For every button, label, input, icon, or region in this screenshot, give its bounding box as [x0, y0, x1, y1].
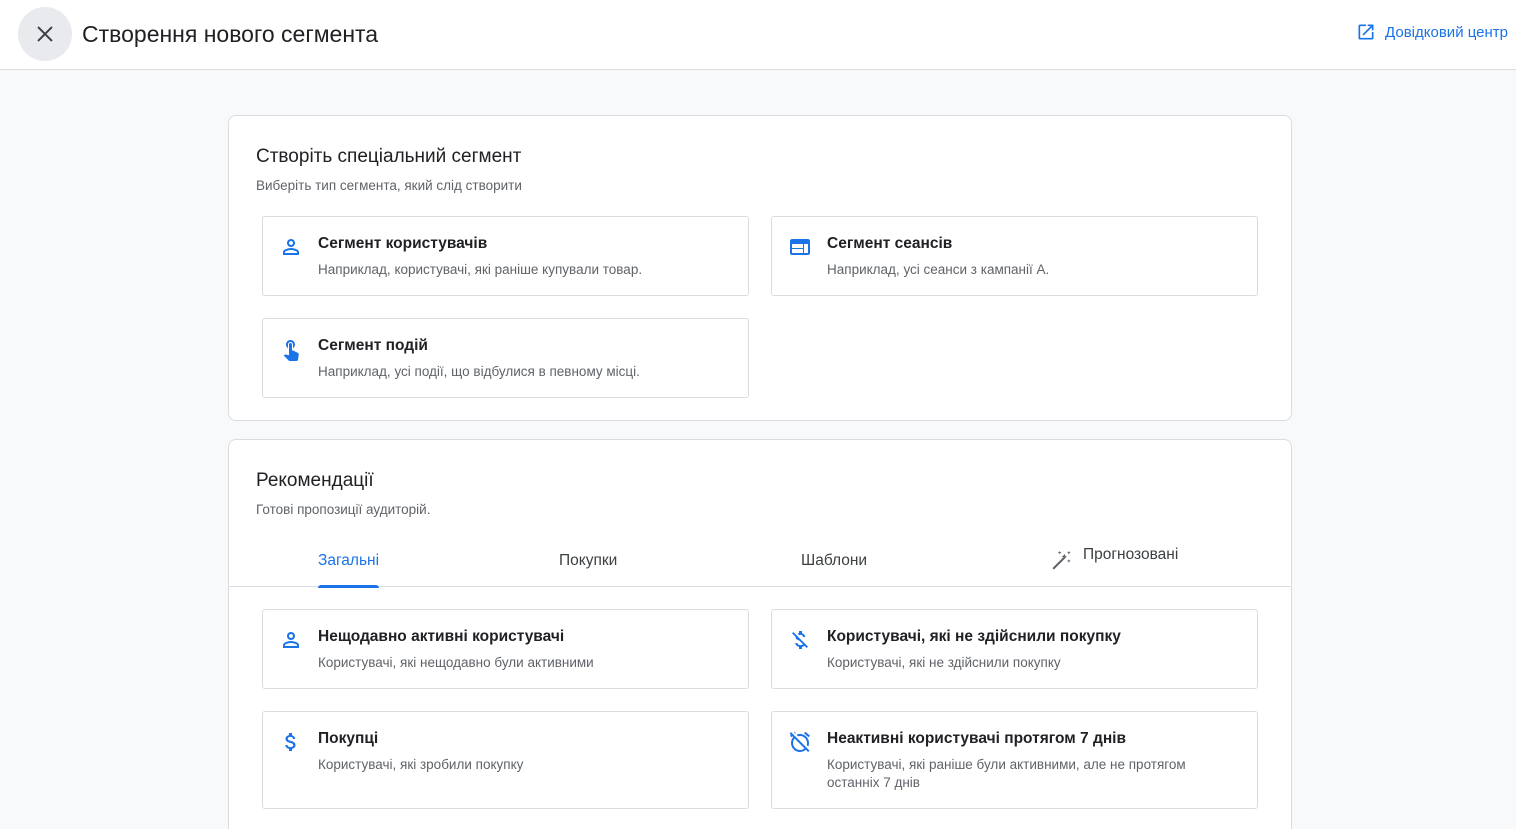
inactive-7-days-title: Неактивні користувачі протягом 7 днів	[827, 730, 1127, 747]
recommendations-card: Рекомендації Готові пропозиції аудиторій…	[228, 439, 1292, 829]
tab-templates[interactable]: Шаблони	[801, 535, 867, 587]
recommendations-title: Рекомендації	[256, 470, 374, 491]
tab-purchases[interactable]: Покупки	[559, 535, 617, 587]
event-segment-title: Сегмент подій	[318, 337, 428, 354]
recommendations-subtitle: Готові пропозиції аудиторій.	[256, 502, 431, 517]
top-bar: Створення нового сегмента Довідковий цен…	[0, 0, 1516, 70]
recommendation-tabs: Загальні Покупки Шаблони Прогнозовані	[229, 535, 1291, 588]
tab-predictive[interactable]: Прогнозовані	[1051, 529, 1178, 581]
help-center-link[interactable]: Довідковий центр	[1356, 22, 1508, 42]
session-segment-option[interactable]: Сегмент сеансів Наприклад, усі сеанси з …	[771, 216, 1258, 296]
user-segment-title: Сегмент користувачів	[318, 235, 488, 252]
purchasers-option[interactable]: Покупці Користувачі, які зробили покупку	[262, 711, 749, 809]
tab-general[interactable]: Загальні	[318, 535, 380, 588]
recent-active-users-desc: Користувачі, які нещодавно були активним…	[318, 655, 594, 670]
session-segment-title: Сегмент сеансів	[827, 235, 953, 252]
alarm-off-icon	[789, 731, 810, 752]
tab-purchases-label: Покупки	[559, 552, 618, 569]
close-icon	[37, 26, 53, 42]
event-segment-option[interactable]: Сегмент подій Наприклад, усі події, що в…	[262, 318, 749, 398]
user-segment-option[interactable]: Сегмент користувачів Наприклад, користув…	[262, 216, 749, 296]
page-title: Створення нового сегмента	[82, 21, 379, 47]
magic-wand-icon	[1052, 550, 1071, 570]
non-purchasers-title: Користувачі, які не здійснили покупку	[827, 628, 1121, 645]
person-icon	[283, 632, 299, 648]
money-off-icon	[792, 631, 808, 649]
person-icon	[283, 239, 299, 255]
event-segment-desc: Наприклад, усі події, що відбулися в пев…	[318, 364, 640, 379]
custom-segment-subtitle: Виберіть тип сегмента, який слід створит…	[256, 178, 522, 193]
user-segment-desc: Наприклад, користувачі, які раніше купув…	[318, 262, 643, 277]
session-segment-desc: Наприклад, усі сеанси з кампанії A.	[827, 262, 1050, 277]
open-in-new-icon	[1358, 24, 1374, 40]
inactive-7-days-option[interactable]: Неактивні користувачі протягом 7 днів Ко…	[771, 711, 1258, 809]
dollar-icon	[285, 733, 296, 751]
help-center-label: Довідковий центр	[1385, 23, 1508, 41]
recent-active-users-title: Нещодавно активні користувачі	[318, 628, 565, 645]
non-purchasers-desc: Користувачі, які не здійснили покупку	[827, 655, 1061, 670]
purchasers-desc: Користувачі, які зробили покупку	[318, 757, 524, 772]
custom-segment-card: Створіть спеціальний сегмент Виберіть ти…	[228, 115, 1292, 421]
recent-active-users-option[interactable]: Нещодавно активні користувачі Користувач…	[262, 609, 749, 689]
tab-predictive-label: Прогнозовані	[1083, 546, 1179, 563]
touch-hand-icon	[283, 340, 299, 361]
active-tab-indicator	[318, 585, 380, 588]
tab-templates-label: Шаблони	[801, 552, 868, 569]
tab-general-label: Загальні	[318, 552, 380, 569]
close-button[interactable]	[18, 7, 72, 61]
non-purchasers-option[interactable]: Користувачі, які не здійснили покупку Ко…	[771, 609, 1258, 689]
custom-segment-title: Створіть спеціальний сегмент	[256, 146, 522, 167]
purchasers-title: Покупці	[318, 730, 379, 747]
web-window-icon	[790, 239, 810, 255]
inactive-7-days-desc: Користувачі, які раніше були активними, …	[827, 757, 1186, 790]
